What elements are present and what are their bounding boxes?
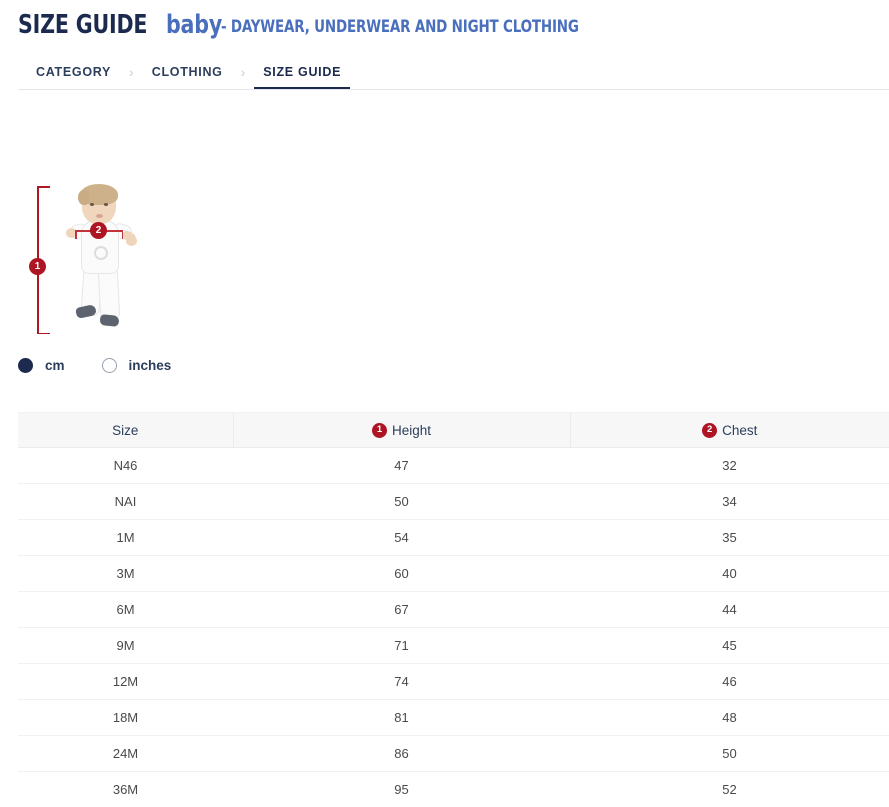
radio-inches-icon[interactable]	[102, 358, 117, 373]
cell-size: 24M	[18, 736, 233, 772]
cell-chest: 50	[570, 736, 889, 772]
table-row: 1M5435	[18, 520, 889, 556]
unit-option-inches[interactable]: inches	[102, 358, 172, 373]
table-row: NAI5034	[18, 484, 889, 520]
table-row: 9M7145	[18, 628, 889, 664]
breadcrumb-item-clothing[interactable]: CLOTHING	[134, 65, 241, 90]
baby-left-eye	[90, 203, 94, 206]
page-title-subtitle: - DAYWEAR, UNDERWEAR AND NIGHT CLOTHING	[221, 19, 579, 36]
table-row: 12M7446	[18, 664, 889, 700]
unit-option-inches-label: inches	[129, 358, 172, 373]
column-header-size-label: Size	[112, 423, 138, 438]
cell-chest: 46	[570, 664, 889, 700]
table-row: 6M6744	[18, 592, 889, 628]
column-header-chest: 2 Chest	[570, 413, 889, 448]
breadcrumb-item-size-guide[interactable]: SIZE GUIDE	[245, 65, 359, 90]
cell-height: 71	[233, 628, 570, 664]
cell-height: 54	[233, 520, 570, 556]
cell-height: 47	[233, 448, 570, 484]
cell-size: 6M	[18, 592, 233, 628]
page-title: SIZE GUIDE baby - DAYWEAR, UNDERWEAR AND…	[18, 12, 889, 38]
cell-size: 36M	[18, 772, 233, 807]
unit-selector: cm inches	[18, 358, 171, 373]
table-row: N464732	[18, 448, 889, 484]
table-row: 3M6040	[18, 556, 889, 592]
column-header-height: 1 Height	[233, 413, 570, 448]
cell-height: 95	[233, 772, 570, 807]
baby-right-shoe	[99, 314, 119, 327]
baby-right-hand	[126, 236, 137, 246]
unit-option-cm-label: cm	[45, 358, 65, 373]
cell-height: 60	[233, 556, 570, 592]
breadcrumb-item-category[interactable]: CATEGORY	[18, 65, 129, 90]
table-body: N464732 NAI5034 1M5435 3M6040 6M6744 9M7…	[18, 448, 889, 807]
radio-cm-icon[interactable]	[18, 358, 33, 373]
height-badge-icon: 1	[372, 423, 387, 438]
header-divider	[18, 89, 889, 90]
baby-hair-side	[78, 190, 89, 205]
cell-chest: 34	[570, 484, 889, 520]
table-row: 18M8148	[18, 700, 889, 736]
baby-illustration	[54, 184, 144, 339]
cell-chest: 48	[570, 700, 889, 736]
cell-chest: 45	[570, 628, 889, 664]
table-row: 24M8650	[18, 736, 889, 772]
cell-height: 86	[233, 736, 570, 772]
table-row: 36M9552	[18, 772, 889, 807]
measurement-figure-area: 1 2	[0, 94, 889, 356]
cell-size: 1M	[18, 520, 233, 556]
unit-option-cm[interactable]: cm	[18, 358, 65, 373]
size-guide-table: Size 1 Height 2 Chest N464732 NAI5034 1M…	[18, 412, 889, 807]
cell-chest: 44	[570, 592, 889, 628]
cell-height: 81	[233, 700, 570, 736]
page-header: SIZE GUIDE baby - DAYWEAR, UNDERWEAR AND…	[0, 0, 889, 38]
column-header-chest-label: Chest	[722, 423, 757, 438]
baby-right-eye	[104, 203, 108, 206]
cell-height: 67	[233, 592, 570, 628]
cell-size: N46	[18, 448, 233, 484]
cell-height: 74	[233, 664, 570, 700]
table-header: Size 1 Height 2 Chest	[18, 413, 889, 448]
chest-badge-icon: 2	[702, 423, 717, 438]
baby-figure: 1 2	[24, 184, 144, 339]
cell-chest: 35	[570, 520, 889, 556]
cell-size: 18M	[18, 700, 233, 736]
table-header-row: Size 1 Height 2 Chest	[18, 413, 889, 448]
breadcrumb: CATEGORY › CLOTHING › SIZE GUIDE	[0, 52, 889, 90]
chest-marker-badge: 2	[90, 222, 107, 239]
cell-size: 9M	[18, 628, 233, 664]
cell-size: NAI	[18, 484, 233, 520]
baby-romper-snap	[94, 246, 108, 260]
column-header-height-label: Height	[392, 423, 431, 438]
cell-chest: 32	[570, 448, 889, 484]
cell-size: 12M	[18, 664, 233, 700]
height-marker-badge: 1	[29, 258, 46, 275]
cell-size: 3M	[18, 556, 233, 592]
page-title-category: baby	[166, 12, 222, 38]
baby-mouth	[96, 214, 103, 218]
cell-chest: 40	[570, 556, 889, 592]
page-title-main: SIZE GUIDE	[18, 12, 147, 38]
column-header-size: Size	[18, 413, 233, 448]
baby-left-shoe	[75, 304, 97, 319]
cell-chest: 52	[570, 772, 889, 807]
cell-height: 50	[233, 484, 570, 520]
